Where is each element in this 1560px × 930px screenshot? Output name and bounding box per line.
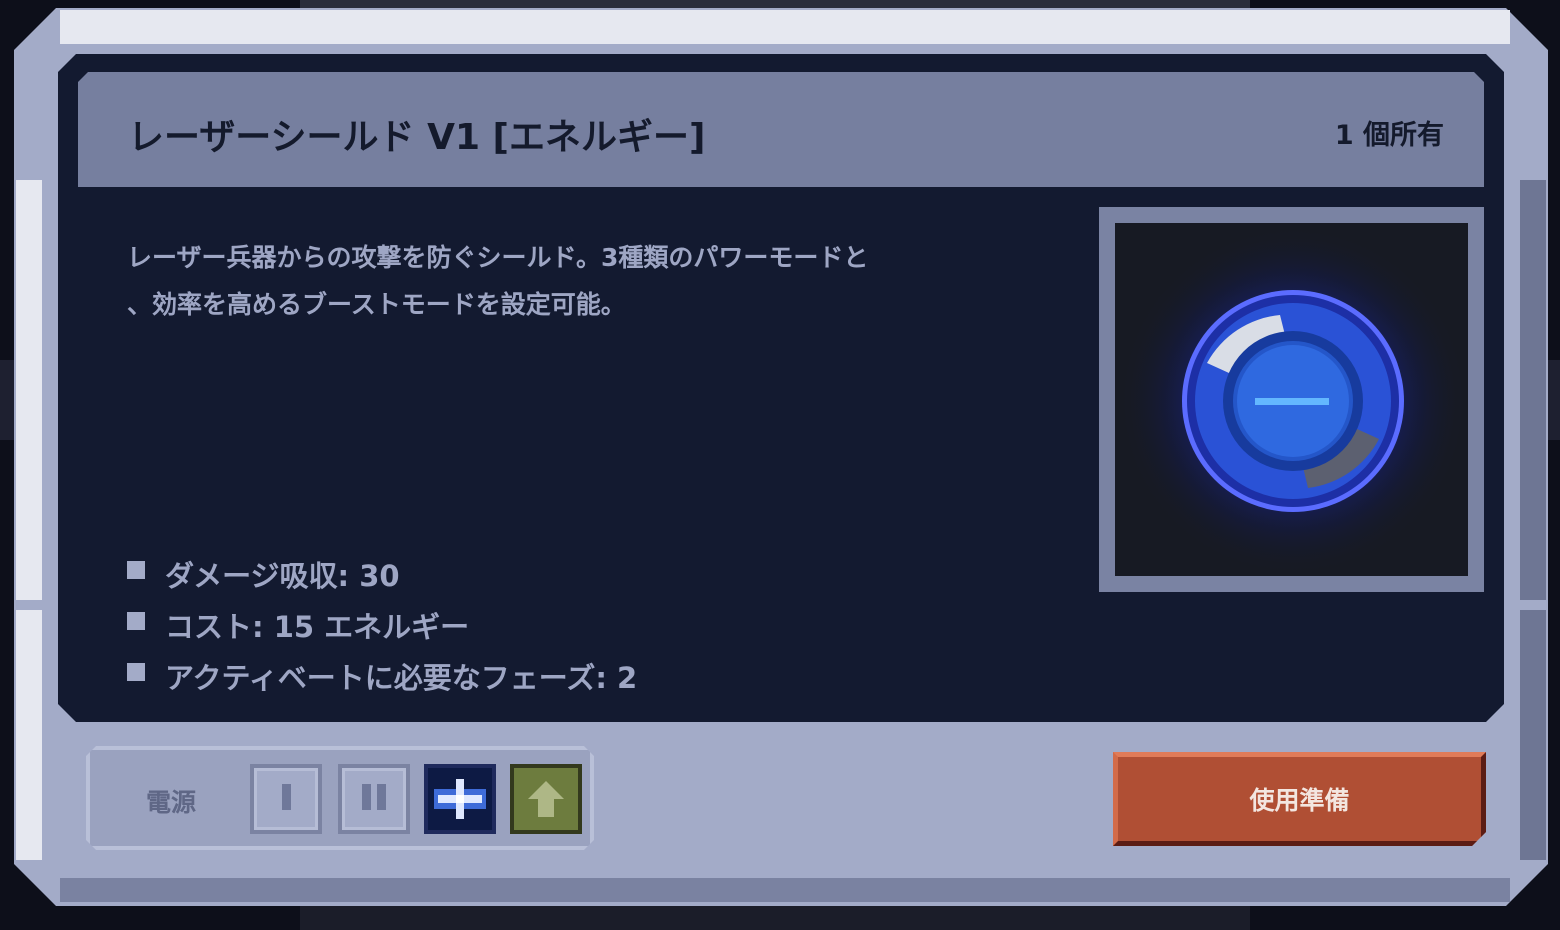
frame-highlight-left-lower xyxy=(16,610,44,860)
background-strip-bottom xyxy=(300,905,1250,930)
double-bar-icon xyxy=(359,784,389,814)
frame-shadow-right xyxy=(1520,180,1546,600)
square-bullet-icon xyxy=(127,611,145,630)
boost-mode-button[interactable] xyxy=(510,764,582,834)
description-line: レーザー兵器からの攻撃を防ぐシールド。3種類のパワーモードと xyxy=(127,243,869,272)
frame-shadow-bottom xyxy=(60,878,1510,902)
power-mode-1-button[interactable] xyxy=(250,764,322,834)
stat-row-cost: コスト: 15 エネルギー xyxy=(127,599,637,650)
item-image xyxy=(1115,223,1468,576)
power-mode-2-button[interactable] xyxy=(338,764,410,834)
item-stats-list: ダメージ吸収: 30 コスト: 15 エネルギー アクティベートに必要なフェーズ… xyxy=(127,548,637,701)
single-bar-icon xyxy=(279,784,294,814)
ready-button-label: 使用準備 xyxy=(1249,786,1350,815)
item-title: レーザーシールド V1 [エネルギー] xyxy=(128,117,706,158)
frame-highlight-top xyxy=(60,10,1510,44)
power-mode-3-button[interactable] xyxy=(424,764,496,834)
square-bullet-icon xyxy=(127,662,145,681)
frame-highlight-left xyxy=(16,180,44,600)
ready-to-use-button[interactable]: 使用準備 xyxy=(1113,752,1486,846)
power-label: 電源 xyxy=(146,788,197,817)
stat-text: アクティベートに必要なフェーズ: 2 xyxy=(165,660,638,695)
stat-row-activation-phases: アクティベートに必要なフェーズ: 2 xyxy=(127,650,637,701)
blue-shield-orb-icon xyxy=(1118,226,1468,576)
plus-cross-icon xyxy=(434,779,486,819)
stat-text: ダメージ吸収: 30 xyxy=(165,558,400,593)
item-image-frame xyxy=(1099,207,1484,592)
stat-text: コスト: 15 エネルギー xyxy=(165,609,470,644)
square-bullet-icon xyxy=(127,560,145,579)
item-description: レーザー兵器からの攻撃を防ぐシールド。3種類のパワーモードと 、効率を高めるブー… xyxy=(127,234,927,328)
description-line: 、効率を高めるブーストモードを設定可能。 xyxy=(127,290,626,319)
stat-row-damage-absorb: ダメージ吸収: 30 xyxy=(127,548,637,599)
frame-shadow-right-lower xyxy=(1520,610,1546,860)
background-strip-top xyxy=(300,0,1250,8)
up-arrow-icon xyxy=(528,781,564,817)
owned-count: 1 個所有 xyxy=(1334,120,1444,151)
